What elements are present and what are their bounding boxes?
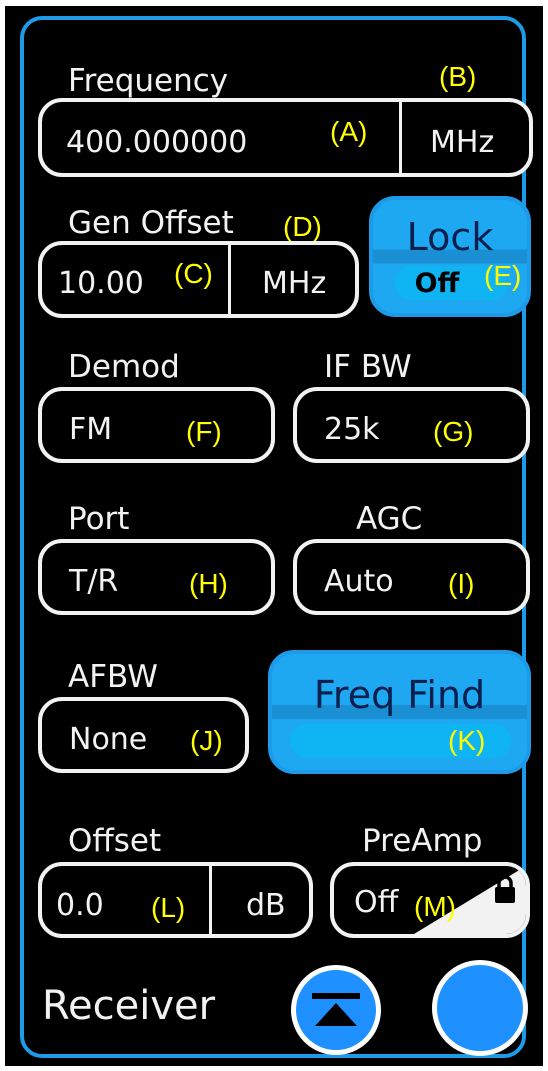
demod-field[interactable]: FM xyxy=(38,387,275,463)
if-bw-label: IF BW xyxy=(324,349,412,385)
offset-value: 0.0 xyxy=(56,888,104,923)
padlock-icon xyxy=(495,875,515,903)
preamp-value: Off xyxy=(354,885,399,920)
demod-value: FM xyxy=(69,412,113,447)
lock-button-label: Lock xyxy=(406,215,494,259)
annotation-c: (C) xyxy=(174,258,213,289)
afbw-label: AFBW xyxy=(68,659,158,695)
agc-field[interactable]: Auto xyxy=(293,539,530,615)
annotation-h: (H) xyxy=(189,568,228,599)
annotation-j: (J) xyxy=(190,725,223,756)
frequency-value: 400.000000 xyxy=(66,125,248,160)
annotation-e: (E) xyxy=(484,260,522,291)
gen-offset-label: Gen Offset xyxy=(68,205,234,241)
annotation-g: (G) xyxy=(433,416,474,447)
offset-divider xyxy=(209,866,212,934)
frequency-divider xyxy=(399,102,402,173)
annotation-a: (A) xyxy=(330,116,368,147)
annotation-k: (K) xyxy=(448,725,486,756)
annotation-f: (F) xyxy=(186,416,222,447)
frequency-unit[interactable]: MHz xyxy=(430,128,494,158)
port-value: T/R xyxy=(69,564,119,599)
round-action-button[interactable] xyxy=(432,960,528,1056)
preamp-label: PreAmp xyxy=(362,823,483,859)
frequency-field[interactable]: 400.000000 MHz xyxy=(38,98,533,177)
annotation-d: (D) xyxy=(283,211,322,242)
gen-offset-divider xyxy=(228,245,231,314)
freq-find-button[interactable]: Freq Find xyxy=(268,650,531,774)
gen-offset-value: 10.00 xyxy=(58,266,144,301)
collapse-up-icon xyxy=(312,993,360,1026)
afbw-value: None xyxy=(69,722,148,757)
annotation-i: (I) xyxy=(448,568,475,599)
agc-value: Auto xyxy=(324,564,394,599)
freq-find-button-label: Freq Find xyxy=(313,673,486,717)
annotation-l: (L) xyxy=(151,892,186,923)
demod-label: Demod xyxy=(68,349,180,385)
lock-button[interactable]: Lock Off xyxy=(369,196,531,317)
port-label: Port xyxy=(68,501,130,537)
gen-offset-unit[interactable]: MHz xyxy=(262,269,326,299)
port-field[interactable]: T/R xyxy=(38,539,275,615)
panel-title: Receiver xyxy=(42,983,216,1029)
if-bw-value: 25k xyxy=(324,412,380,447)
frequency-label: Frequency xyxy=(68,63,229,99)
agc-label: AGC xyxy=(356,501,423,537)
collapse-button[interactable] xyxy=(291,965,381,1055)
annotation-m: (M) xyxy=(414,891,456,922)
offset-unit[interactable]: dB xyxy=(246,891,286,921)
if-bw-field[interactable]: 25k xyxy=(293,387,530,463)
annotation-b: (B) xyxy=(439,61,477,92)
offset-label: Offset xyxy=(68,823,162,859)
